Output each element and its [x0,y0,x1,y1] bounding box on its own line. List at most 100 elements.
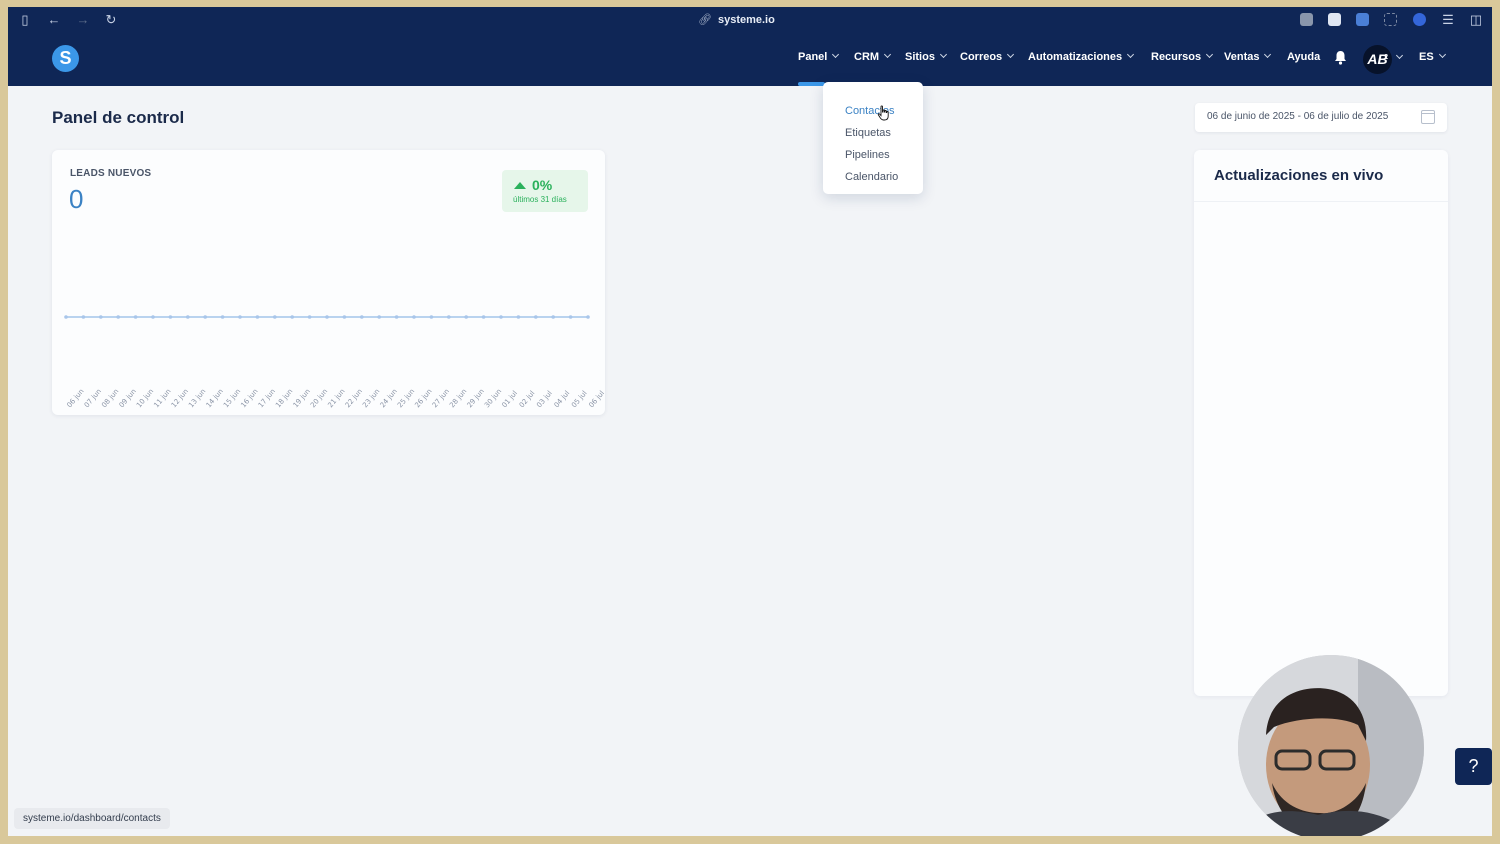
link-icon: 🔗︎ [698,14,712,26]
data-point [133,315,138,319]
data-point [81,315,86,319]
date-range-picker[interactable]: 06 de junio de 2025 - 06 de julio de 202… [1195,103,1447,132]
browser-toolbar: ▯ ← → ↻ 🔗︎ systeme.io ☰ ◫ [8,7,1492,33]
crm-dropdown-menu: Contactos Etiquetas Pipelines Calendario [823,82,923,194]
data-point [203,315,207,319]
x-tick-label: 11 jun [152,387,172,409]
data-point [325,315,329,319]
x-tick-label: 02 jul [518,389,537,409]
leads-value: 0 [69,184,84,214]
calendar-icon [1421,110,1435,124]
data-point [464,315,469,319]
data-point [342,315,347,319]
x-tick-label: 06 jul [587,389,605,409]
shield-extension-icon[interactable] [1300,13,1313,26]
nav-automatizaciones[interactable]: Automatizaciones [1028,50,1135,64]
hand-cursor-icon [877,105,889,121]
screenshot-extension-icon[interactable] [1384,13,1397,26]
data-point [116,315,120,319]
x-tick-label: 28 jun [448,387,468,409]
data-point [64,315,68,319]
language-selector[interactable]: ES [1419,50,1446,64]
menu-item-calendario[interactable]: Calendario [845,170,898,184]
back-icon[interactable]: ← [46,12,62,28]
change-badge: 0% últimos 31 días [502,170,588,212]
leads-line-chart: 06 jun07 jun08 jun09 jun10 jun11 jun12 j… [64,315,605,409]
live-updates-title: Actualizaciones en vivo [1214,167,1384,184]
data-point [586,315,590,319]
avatar[interactable]: AB 2 [1363,45,1392,74]
extension-icon[interactable] [1328,13,1341,26]
x-tick-label: 04 jul [553,389,572,409]
data-point [99,315,103,319]
x-tick-label: 14 jun [205,387,225,409]
chevron-down-icon [832,50,840,59]
nav-sitios[interactable]: Sitios [905,50,947,64]
x-tick-label: 19 jun [292,387,312,409]
nav-panel[interactable]: Panel [798,50,840,64]
sidebar-toggle-icon[interactable]: ▯ [17,12,33,28]
chevron-down-icon [1007,50,1015,59]
x-tick-label: 08 jun [100,387,120,409]
x-tick-label: 27 jun [431,387,451,409]
nav-crm[interactable]: CRM [854,50,892,64]
nav-recursos[interactable]: Recursos [1151,50,1214,64]
chevron-down-icon [1438,50,1446,59]
divider [1194,201,1448,202]
app-navbar: S Panel CRM Sitios Correos Automatizacio… [8,33,1492,86]
address-bar[interactable]: 🔗︎ systeme.io [698,12,775,28]
forward-icon[interactable]: → [75,12,91,28]
reload-icon[interactable]: ↻ [103,12,119,28]
x-tick-label: 23 jun [361,387,381,409]
x-tick-label: 12 jun [170,387,190,409]
x-tick-label: 07 jun [83,387,103,409]
data-point [568,315,573,319]
x-tick-label: 25 jun [396,387,416,409]
split-view-icon[interactable]: ◫ [1468,12,1484,28]
data-point [429,315,434,319]
x-tick-label: 21 jun [326,387,346,409]
nav-ayuda[interactable]: Ayuda [1287,50,1320,64]
x-tick-label: 03 jul [535,389,554,409]
data-point [290,315,294,319]
browser-window: ▯ ← → ↻ 🔗︎ systeme.io ☰ ◫ S Panel CRM Sit… [8,7,1492,836]
url-text: systeme.io [717,14,775,26]
chevron-down-icon [884,50,892,59]
data-point [220,315,225,319]
change-percent: 0% [532,177,553,193]
help-button[interactable]: ? [1455,748,1492,785]
data-point [534,315,538,319]
data-point [307,315,312,319]
x-tick-label: 13 jun [187,387,207,409]
data-point [360,315,364,319]
bell-icon[interactable] [1334,50,1347,65]
x-tick-label: 17 jun [257,387,277,409]
data-point [273,315,277,319]
page-title: Panel de control [52,108,185,127]
avatar-menu-toggle[interactable] [1395,51,1404,65]
nav-ventas[interactable]: Ventas [1224,50,1272,64]
profile-extension-icon[interactable] [1413,13,1426,26]
leads-label: LEADS NUEVOS [70,168,152,179]
reader-icon[interactable]: ☰ [1440,12,1456,28]
data-point [516,315,521,319]
data-point [551,315,555,319]
live-updates-card: Actualizaciones en vivo [1194,150,1448,696]
x-tick-label: 01 jul [500,389,519,409]
x-tick-label: 20 jun [309,387,329,409]
data-point [499,315,503,319]
systeme-logo[interactable]: S [52,45,79,72]
chevron-down-icon [1127,50,1135,59]
menu-item-pipelines[interactable]: Pipelines [845,148,890,162]
data-point [151,315,155,319]
translate-extension-icon[interactable] [1356,13,1369,26]
x-tick-label: 16 jun [239,387,259,409]
x-tick-label: 06 jun [65,387,85,409]
data-point [394,315,399,319]
menu-item-etiquetas[interactable]: Etiquetas [845,126,891,140]
x-tick-label: 09 jun [118,387,138,409]
data-point [447,315,451,319]
x-tick-label: 05 jul [570,389,589,409]
nav-correos[interactable]: Correos [960,50,1015,64]
x-tick-label: 18 jun [274,387,294,409]
